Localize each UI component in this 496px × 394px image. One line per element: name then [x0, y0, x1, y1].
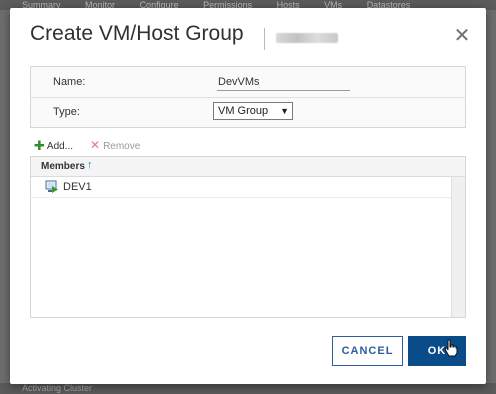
blurred-cluster-name — [276, 33, 338, 43]
member-name: DEV1 — [63, 181, 92, 193]
name-label: Name: — [53, 76, 86, 88]
members-column-header[interactable]: Members — [41, 161, 85, 172]
hand-cursor-icon — [444, 339, 458, 357]
sort-ascending-icon[interactable]: ↑ — [87, 159, 93, 171]
group-form: Name: Type: VM Group ▼ — [30, 66, 466, 128]
title-divider — [264, 28, 265, 50]
dialog-title: Create VM/Host Group — [30, 22, 244, 45]
members-grid: Members ↑ DEV1 — [30, 156, 466, 318]
create-group-dialog: Create VM/Host Group ✕ Name: Type: VM Gr… — [10, 8, 486, 384]
remove-label: Remove — [103, 141, 141, 152]
table-row[interactable]: DEV1 — [31, 177, 451, 198]
remove-button[interactable]: ✕ Remove — [90, 138, 140, 152]
type-select[interactable]: VM Group ▼ — [213, 102, 293, 120]
chevron-down-icon: ▼ — [280, 106, 289, 116]
background-left-panel — [0, 10, 10, 394]
add-label: Add... — [46, 141, 74, 152]
grid-scrollbar[interactable] — [451, 177, 465, 317]
type-row: Type: VM Group ▼ — [31, 97, 465, 127]
background-right-panel — [486, 10, 496, 394]
grid-header[interactable]: Members ↑ — [31, 157, 465, 177]
background-footer: Activating Cluster — [0, 383, 496, 394]
type-label: Type: — [53, 106, 80, 118]
remove-x-icon: ✕ — [90, 138, 101, 152]
close-icon[interactable]: ✕ — [452, 26, 472, 46]
type-select-value: VM Group — [218, 105, 269, 117]
name-row: Name: — [31, 67, 465, 98]
add-button[interactable]: ✚ Add... — [34, 138, 73, 154]
name-input[interactable] — [217, 73, 350, 91]
plus-icon: ✚ — [34, 138, 45, 153]
vm-icon — [45, 180, 58, 193]
cancel-button[interactable]: CANCEL — [332, 336, 403, 366]
